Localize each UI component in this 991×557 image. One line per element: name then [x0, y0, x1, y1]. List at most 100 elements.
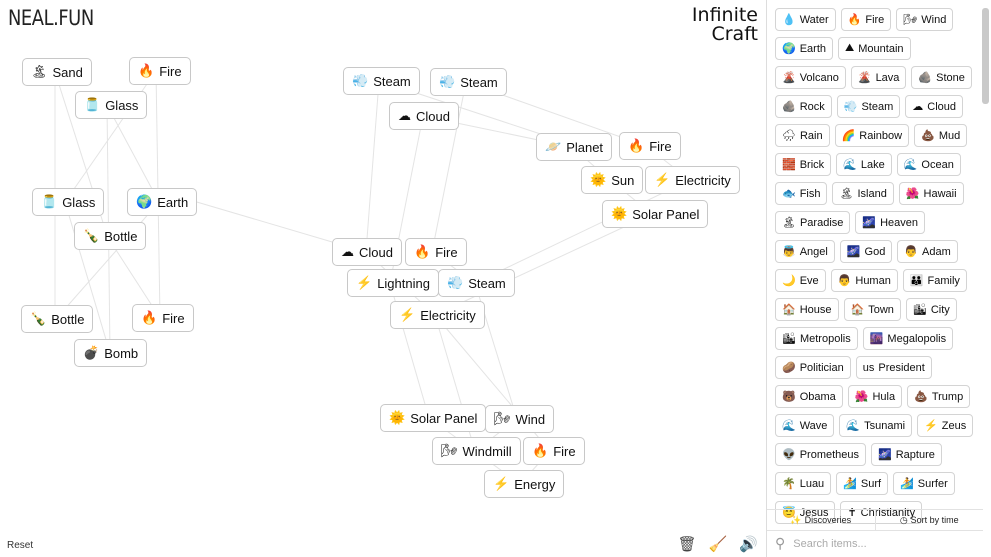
broom-icon[interactable]: 🧹 [709, 535, 728, 553]
canvas-item[interactable]: 🔥 Fire [405, 238, 467, 266]
item-label: Bottle [51, 311, 85, 327]
sidebar-item[interactable]: 🐻 Obama [775, 385, 843, 408]
canvas-item[interactable]: 🍾 Bottle [21, 305, 94, 333]
canvas-item[interactable]: 💨 Steam [343, 67, 420, 95]
neal-fun-logo[interactable]: NEAL.FUN [8, 6, 94, 30]
sidebar-item[interactable]: 🥔 Politician [775, 356, 851, 379]
canvas-item[interactable]: ⚡ Electricity [390, 301, 485, 329]
item-label: Electricity [675, 172, 731, 188]
sidebar-item[interactable]: 🏄 Surf [836, 472, 889, 495]
sidebar-item[interactable]: 🏙 Metropolis [775, 327, 858, 350]
trash-icon[interactable]: 🗑 [678, 535, 697, 553]
sidebar-item[interactable]: ⚡ Zeus [917, 414, 974, 437]
canvas-item[interactable]: 🌬 Windmill [432, 437, 521, 465]
sidebar-item[interactable]: us President [855, 356, 932, 379]
canvas-item[interactable]: 🔥 Fire [129, 57, 191, 85]
canvas-item[interactable]: ⚡ Energy [484, 470, 565, 498]
reset-button[interactable]: Reset [7, 540, 33, 551]
sidebar-item[interactable]: ⛰ Mountain [838, 37, 911, 60]
canvas-item[interactable]: 🌞 Sun [581, 166, 644, 194]
sidebar-item[interactable]: 🌌 Rapture [871, 443, 942, 466]
sidebar-item[interactable]: 🏝 Paradise [775, 211, 851, 234]
canvas-item[interactable]: ⚡ Lightning [347, 269, 439, 297]
sidebar-item[interactable]: 👪 Family [902, 269, 967, 292]
sidebar-item[interactable]: 🌙 Eve [775, 269, 826, 292]
sidebar-item[interactable]: 🏠 House [775, 298, 839, 321]
sidebar-item[interactable]: 🌊 Lake [836, 153, 892, 176]
sidebar: 💧 Water 🔥 Fire 🌬 Wind 🌍 Earth ⛰ Mountain 🌋 Volcano 🌋… [766, 0, 991, 557]
canvas-item[interactable]: 🔥 Fire [132, 304, 194, 332]
item-emoji-icon: 🌌 [846, 246, 861, 258]
scrollbar[interactable] [982, 8, 989, 104]
item-label: Brick [799, 158, 825, 171]
item-emoji-icon: 🌊 [903, 159, 918, 171]
sidebar-item[interactable]: 🌊 Tsunami [839, 414, 913, 437]
item-label: Lava [875, 71, 900, 84]
sidebar-item[interactable]: 🏙 City [905, 298, 957, 321]
discoveries-button[interactable]: ✨ Discoveries [767, 510, 876, 530]
canvas-item[interactable]: 💨 Steam [438, 269, 515, 297]
sidebar-item[interactable]: 🧱 Brick [775, 153, 832, 176]
sidebar-item[interactable]: 💩 Mud [914, 124, 968, 147]
sidebar-item[interactable]: 🌬 Wind [896, 8, 954, 31]
sidebar-item[interactable]: 🏝 Island [832, 182, 894, 205]
item-emoji-icon: 🪐 [545, 139, 562, 154]
sidebar-item[interactable]: 🌋 Volcano [775, 66, 846, 89]
canvas-item[interactable]: 🌍 Earth [127, 188, 198, 216]
search-input[interactable]: ⚲ Search items... [775, 535, 867, 552]
sidebar-item[interactable]: 🌺 Hula [847, 385, 903, 408]
sidebar-item[interactable]: 🏠 Town [843, 298, 901, 321]
canvas-item[interactable]: 🫙 Glass [32, 188, 105, 216]
canvas-item[interactable]: 💨 Steam [430, 68, 507, 96]
canvas-item[interactable]: 🍾 Bottle [74, 222, 147, 250]
sidebar-item[interactable]: 👨 Adam [897, 240, 958, 263]
canvas-item[interactable]: 🔥 Fire [523, 437, 585, 465]
sort-by-time-button[interactable]: ◷ Sort by time [876, 510, 984, 530]
sound-icon[interactable]: 🔊 [739, 535, 758, 553]
sidebar-item[interactable]: ☁ Cloud [905, 95, 964, 118]
sidebar-item[interactable]: 👼 Angel [775, 240, 835, 263]
canvas-item[interactable]: 🔥 Fire [619, 132, 681, 160]
canvas-item[interactable]: 🌬 Wind [485, 405, 555, 433]
item-label: Stone [936, 71, 965, 84]
sidebar-item[interactable]: 🌋 Lava [850, 66, 907, 89]
sidebar-item[interactable]: 🌈 Rainbow [834, 124, 910, 147]
sidebar-item[interactable]: 💩 Trump [907, 385, 971, 408]
canvas-item[interactable]: 🫙 Glass [75, 91, 148, 119]
canvas-item[interactable]: 🌞 Solar Panel [380, 404, 487, 432]
canvas-item[interactable]: 🏝 Sand [22, 58, 92, 86]
canvas-item[interactable]: 🪐 Planet [536, 133, 613, 161]
item-emoji-icon: ⚡ [654, 172, 671, 187]
sidebar-item[interactable]: 💨 Steam [836, 95, 901, 118]
item-emoji-icon: 🐟 [782, 188, 796, 200]
canvas-item[interactable]: 🌞 Solar Panel [602, 200, 709, 228]
discoveries-label: Discoveries [804, 515, 852, 525]
canvas-item[interactable]: ☁ Cloud [389, 102, 459, 130]
sidebar-item[interactable]: 🌆 Megalopolis [862, 327, 954, 350]
craft-canvas[interactable]: NEAL.FUN Infinite Craft 🏝 Sand 🔥 Fire 🫙 Glass 🫙… [0, 0, 766, 557]
sidebar-item[interactable]: 🌍 Earth [775, 37, 833, 60]
item-emoji-icon: 🏠 [782, 304, 796, 316]
sidebar-item[interactable]: 🪨 Rock [775, 95, 832, 118]
canvas-item[interactable]: 💣 Bomb [74, 339, 148, 367]
sidebar-item[interactable]: 🌧 Rain [775, 124, 830, 147]
item-emoji-icon: 🌞 [590, 172, 607, 187]
item-label: Trump [931, 390, 964, 403]
item-label: Town [868, 303, 894, 316]
sidebar-item[interactable]: 🪨 Stone [911, 66, 972, 89]
sidebar-item[interactable]: 🌺 Hawaii [898, 182, 964, 205]
sidebar-item[interactable]: 🌌 Heaven [855, 211, 926, 234]
sidebar-item[interactable]: 🌌 God [839, 240, 893, 263]
sidebar-item[interactable]: 🌊 Ocean [896, 153, 961, 176]
canvas-item[interactable]: ☁ Cloud [332, 238, 402, 266]
sidebar-item[interactable]: 👽 Prometheus [775, 443, 867, 466]
sidebar-item[interactable]: 👨 Human [830, 269, 898, 292]
item-emoji-icon: 🔥 [414, 244, 431, 259]
sidebar-item[interactable]: 🏄 Surfer [893, 472, 955, 495]
sidebar-item[interactable]: 🌊 Wave [775, 414, 835, 437]
sidebar-item[interactable]: 🐟 Fish [775, 182, 828, 205]
sidebar-item[interactable]: 💧 Water [775, 8, 836, 31]
sidebar-item[interactable]: 🔥 Fire [840, 8, 892, 31]
sidebar-item[interactable]: 🌴 Luau [775, 472, 832, 495]
canvas-item[interactable]: ⚡ Electricity [645, 166, 740, 194]
